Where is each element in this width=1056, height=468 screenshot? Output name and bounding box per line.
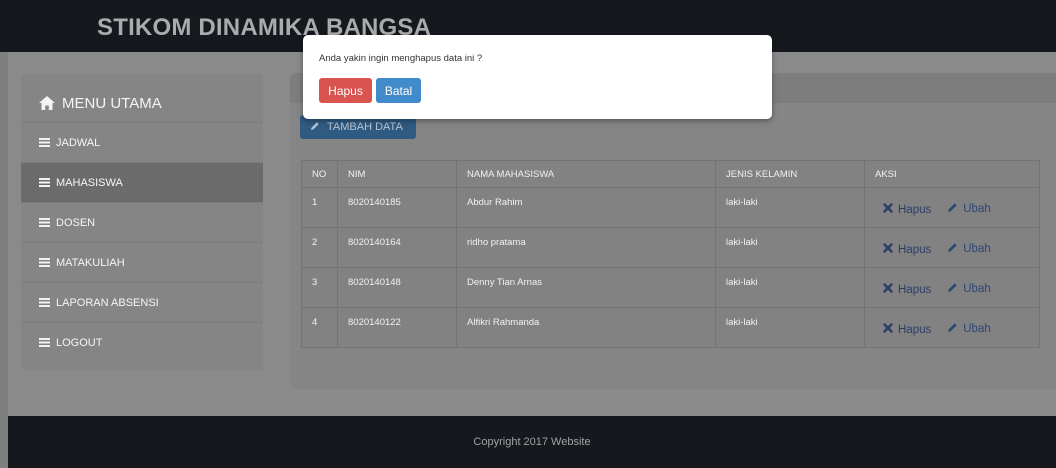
table-row: 2 8020140164 ridho pratama laki-laki Hapus Ub… [301,227,1040,268]
cell-no: 4 [301,307,338,348]
row-edit-label: Ubah [963,203,991,215]
footer: Copyright 2017 Website [8,416,1056,468]
pencil-icon [947,242,958,256]
row-edit-label: Ubah [963,243,991,255]
row-edit-label: Ubah [963,323,991,335]
row-delete-link[interactable]: Hapus [883,243,931,256]
pencil-icon [947,282,958,296]
row-delete-label: Hapus [898,323,932,336]
sidebar-item-mahasiswa[interactable]: MAHASISWA [21,162,263,202]
cell-nim: 8020140148 [337,267,457,308]
pencil-icon [947,202,958,216]
cell-nama: Alfikri Rahmanda [456,307,716,348]
mahasiswa-table: NO NIM NAMA MAHASISWA JENIS KELAMIN AKSI… [301,160,1040,348]
table-header-row: NO NIM NAMA MAHASISWA JENIS KELAMIN AKSI [301,160,1040,188]
sidebar-item-label: LOGOUT [56,336,103,349]
row-edit-label: Ubah [963,283,991,295]
cell-jenis-kelamin: laki-laki [715,267,865,308]
list-icon [39,218,50,227]
footer-copyright: Copyright 2017 [473,436,549,448]
list-icon [39,138,50,147]
cell-jenis-kelamin: laki-laki [715,227,865,268]
times-icon [883,203,893,216]
cell-jenis-kelamin: laki-laki [715,307,865,348]
times-icon [883,323,893,336]
row-delete-link[interactable]: Hapus [883,323,931,336]
row-delete-label: Hapus [898,283,932,296]
cell-nama: ridho pratama [456,227,716,268]
pencil-icon [310,121,320,134]
cell-no: 1 [301,187,338,228]
cell-nim: 8020140122 [337,307,457,348]
sidebar-item-label: MAHASISWA [56,176,123,189]
table-row: 1 8020140185 Abdur Rahim laki-laki Hapus Ubah [301,187,1040,228]
footer-website-link[interactable]: Website [551,436,591,448]
sidebar-item-laporan-absensi[interactable]: LAPORAN ABSENSI [21,282,263,322]
list-icon [39,338,50,347]
sidebar-title: MENU UTAMA [62,94,162,112]
cell-no: 3 [301,267,338,308]
sidebar-item-label: JADWAL [56,136,101,149]
times-icon [883,283,893,296]
row-delete-link[interactable]: Hapus [883,203,931,216]
row-edit-link[interactable]: Ubah [947,322,991,336]
cell-aksi: Hapus Ubah [864,307,1040,348]
pencil-icon [947,322,958,336]
sidebar-item-dosen[interactable]: DOSEN [21,202,263,242]
confirm-delete-dialog: Anda yakin ingin menghapus data ini ? Ha… [303,35,772,119]
row-delete-label: Hapus [898,243,932,256]
sidebar-item-logout[interactable]: LOGOUT [21,322,263,362]
sidebar-header: MENU UTAMA [39,92,162,114]
cell-aksi: Hapus Ubah [864,267,1040,308]
dialog-message: Anda yakin ingin menghapus data ini ? [319,53,483,64]
column-header-nama: NAMA MAHASISWA [456,160,716,188]
column-header-no: NO [301,160,338,188]
cell-no: 2 [301,227,338,268]
cell-nim: 8020140164 [337,227,457,268]
column-header-aksi: AKSI [864,160,1040,188]
list-icon [39,298,50,307]
times-icon [883,243,893,256]
add-data-label: TAMBAH DATA [327,121,403,133]
row-delete-label: Hapus [898,203,932,216]
sidebar-item-matakuliah[interactable]: MATAKULIAH [21,242,263,282]
sidebar-item-jadwal[interactable]: JADWAL [21,122,263,162]
sidebar-item-label: DOSEN [56,216,96,229]
table-row: 4 8020140122 Alfikri Rahmanda laki-laki Hapu… [301,307,1040,348]
sidebar: MENU UTAMA JADWAL MAHASISWA DOSEN MATAKULIA… [21,74,263,370]
list-icon [39,178,50,187]
list-icon [39,258,50,267]
row-edit-link[interactable]: Ubah [947,202,991,216]
column-header-jenis-kelamin: JENIS KELAMIN [715,160,865,188]
table-row: 3 8020140148 Denny Tian Arnas laki-laki Hapu… [301,267,1040,308]
row-edit-link[interactable]: Ubah [947,242,991,256]
cell-jenis-kelamin: laki-laki [715,187,865,228]
confirm-delete-button[interactable]: Hapus [319,78,372,103]
home-icon [39,96,55,110]
cancel-button[interactable]: Batal [376,78,421,103]
cell-aksi: Hapus Ubah [864,227,1040,268]
cell-nama: Abdur Rahim [456,187,716,228]
cell-nama: Denny Tian Arnas [456,267,716,308]
sidebar-item-label: MATAKULIAH [56,256,125,269]
sidebar-item-label: LAPORAN ABSENSI [56,296,159,309]
cell-aksi: Hapus Ubah [864,187,1040,228]
row-delete-link[interactable]: Hapus [883,283,931,296]
row-edit-link[interactable]: Ubah [947,282,991,296]
cell-nim: 8020140185 [337,187,457,228]
column-header-nim: NIM [337,160,457,188]
